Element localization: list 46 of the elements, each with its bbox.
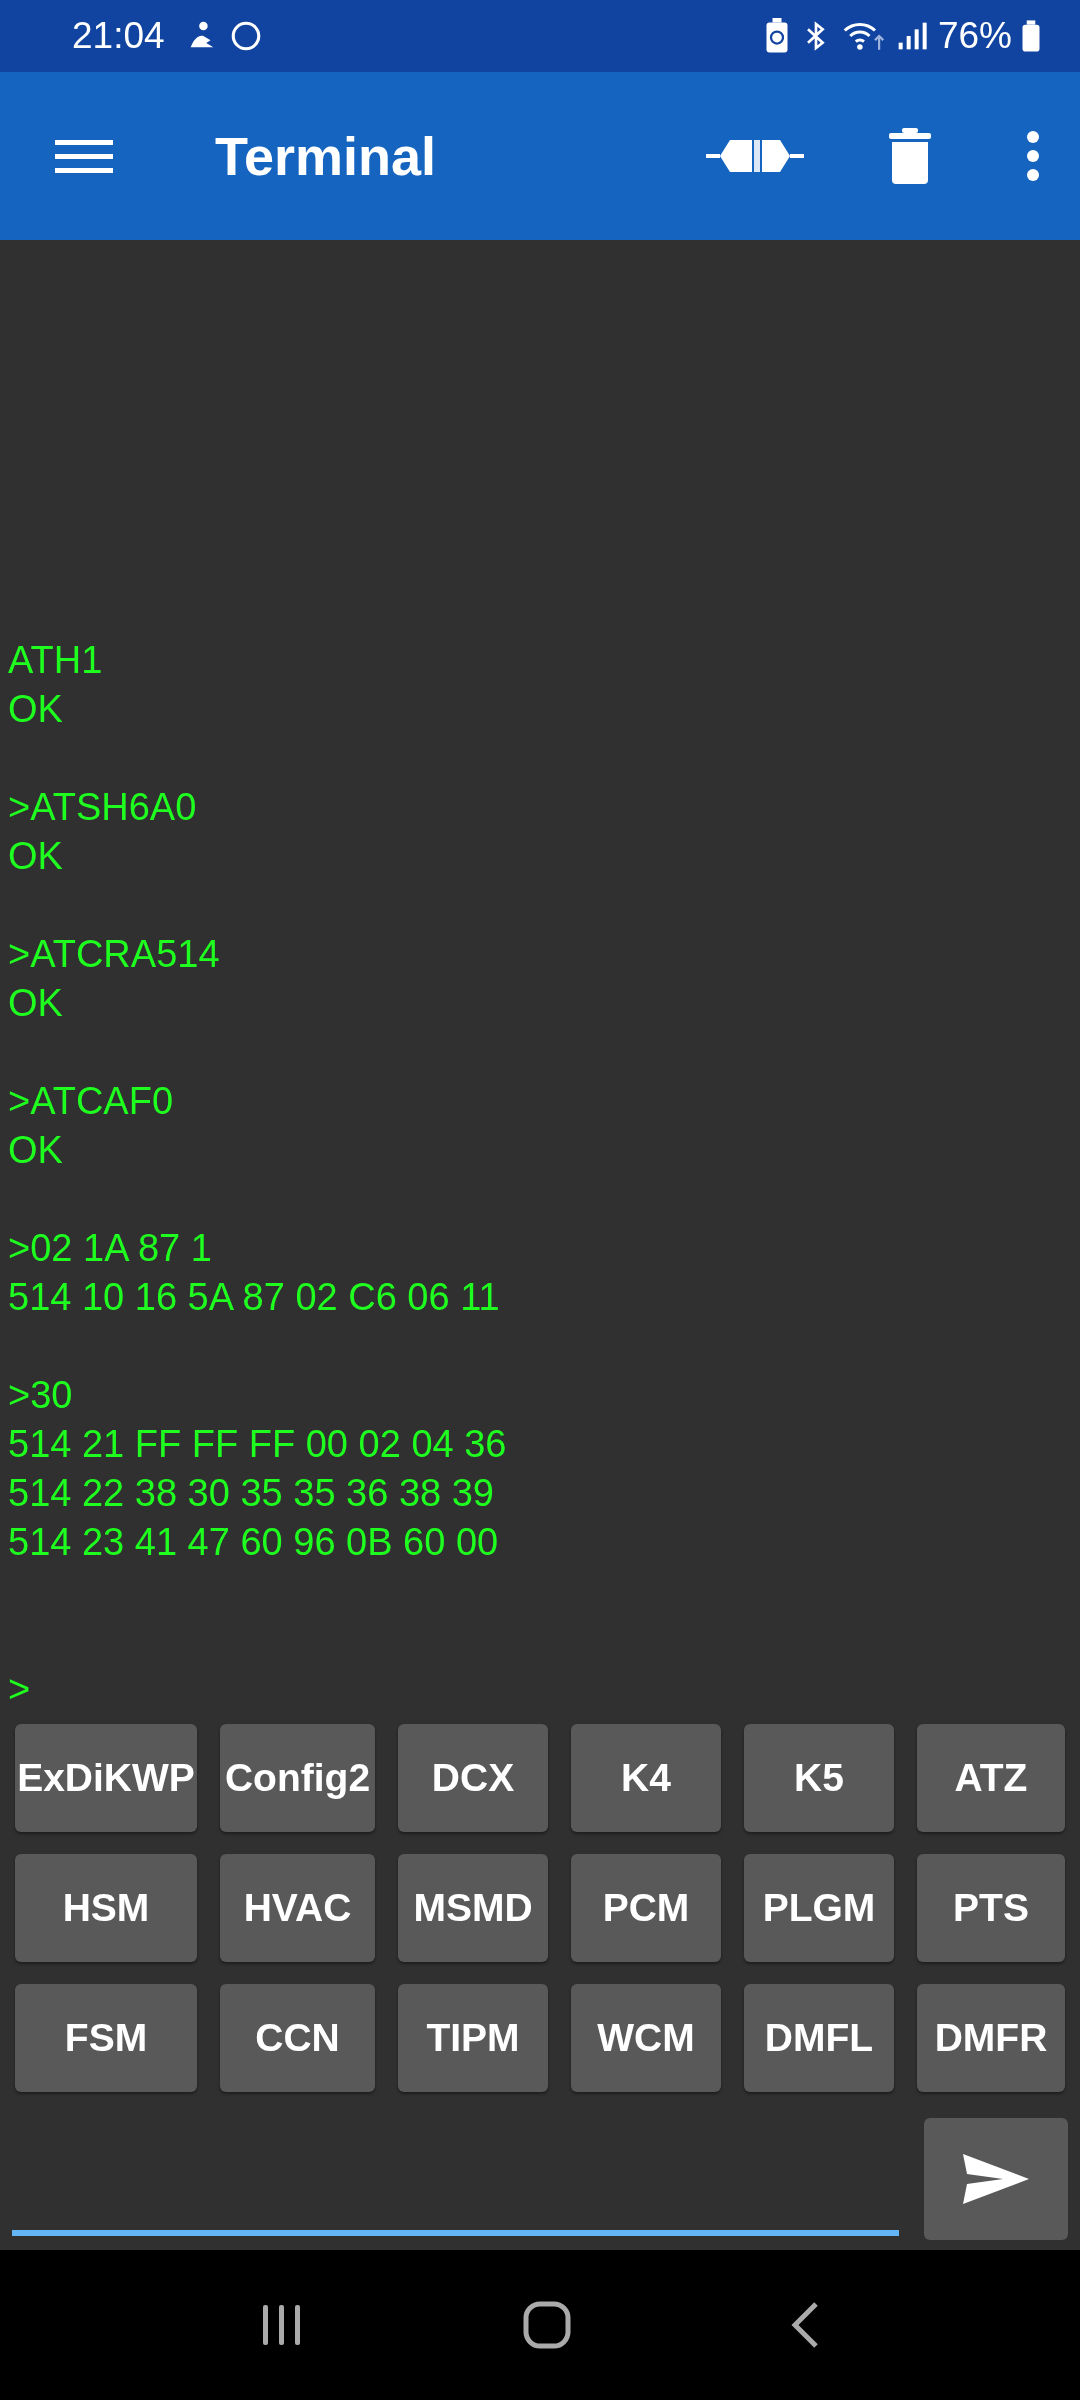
terminal-line: ATH1	[8, 638, 104, 683]
macro-button[interactable]: TIPM	[398, 1984, 548, 2092]
macro-button[interactable]: DMFL	[744, 1984, 894, 2092]
macro-button[interactable]: HVAC	[220, 1854, 375, 1962]
terminal-line: 514 21 FF FF FF 00 02 04 36	[8, 1422, 508, 1467]
macro-button[interactable]: ExDiKWP	[15, 1724, 197, 1832]
terminal-line: 514 22 38 30 35 35 36 38 39	[8, 1471, 495, 1516]
terminal-line: OK	[8, 1128, 64, 1173]
macro-button[interactable]: WCM	[571, 1984, 721, 2092]
macro-button[interactable]: PLGM	[744, 1854, 894, 1962]
macro-button[interactable]: DMFR	[917, 1984, 1065, 2092]
terminal-line: >ATCAF0	[8, 1079, 175, 1124]
battery-icon	[1022, 19, 1040, 53]
terminal-line: >ATSH6A0	[8, 785, 198, 830]
macro-button[interactable]: PTS	[917, 1854, 1065, 1962]
macro-button[interactable]: HSM	[15, 1854, 197, 1962]
terminal-line: OK	[8, 981, 64, 1026]
terminal-line: >ATCRA514	[8, 932, 221, 977]
terminal-line: 514 10 16 5A 87 02 C6 06 11	[8, 1275, 501, 1320]
macro-button[interactable]: CCN	[220, 1984, 375, 2092]
terminal-line: >02 1A 87 1	[8, 1226, 213, 1271]
terminal-line: OK	[8, 834, 64, 879]
battery-saver-icon	[763, 18, 790, 54]
app-title: Terminal	[215, 125, 437, 187]
more-button[interactable]	[1026, 130, 1040, 182]
trash-icon	[889, 128, 931, 184]
macro-button[interactable]: FSM	[15, 1984, 197, 2092]
status-time: 21:04	[72, 15, 165, 57]
send-button[interactable]	[924, 2118, 1068, 2240]
macro-button[interactable]: MSMD	[398, 1854, 548, 1962]
battery-percent: 76%	[937, 15, 1012, 57]
send-icon	[963, 2154, 1029, 2204]
more-icon	[1026, 130, 1040, 182]
macro-button[interactable]: ATZ	[917, 1724, 1065, 1832]
macro-button[interactable]: K5	[744, 1724, 894, 1832]
terminal-line: 514 23 41 47 60 96 0B 60 00	[8, 1520, 500, 1565]
delete-button[interactable]	[889, 128, 931, 184]
macro-button[interactable]: PCM	[571, 1854, 721, 1962]
home-icon[interactable]	[523, 2301, 571, 2349]
terminal-line: >30	[8, 1373, 74, 1418]
back-icon[interactable]	[790, 2301, 821, 2349]
macro-button[interactable]: DCX	[398, 1724, 548, 1832]
macro-button[interactable]: K4	[571, 1724, 721, 1832]
macro-button[interactable]: Config2	[220, 1724, 375, 1832]
terminal-line: OK	[8, 687, 64, 732]
terminal-prompt: >	[8, 1667, 32, 1712]
